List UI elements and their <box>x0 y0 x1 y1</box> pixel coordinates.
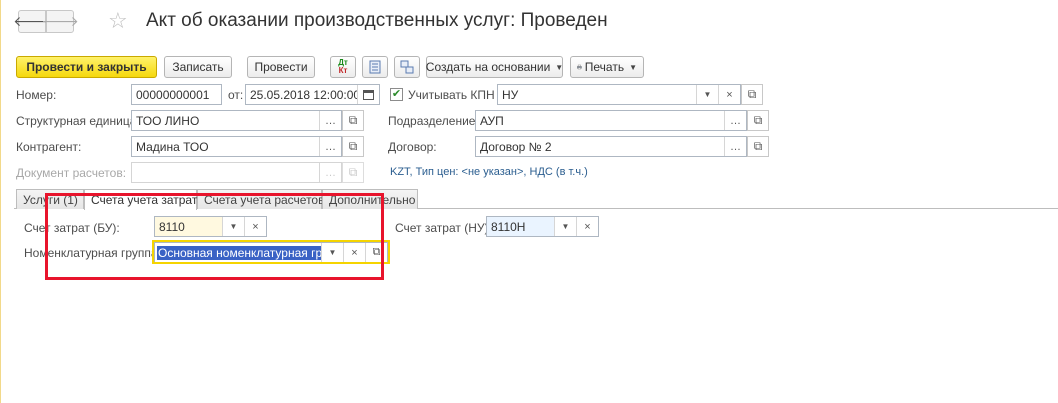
division-label: Подразделение: <box>388 114 479 128</box>
settlement-doc-label: Документ расчетов: <box>16 166 127 180</box>
chevron-down-icon[interactable]: ▼ <box>554 217 576 236</box>
tab-cost-accounts[interactable]: Счета учета затрат <box>84 189 197 210</box>
journal-button[interactable] <box>362 56 388 78</box>
save-button[interactable]: Записать <box>164 56 232 78</box>
clear-icon[interactable]: × <box>244 217 266 236</box>
post-button[interactable]: Провести <box>247 56 315 78</box>
star-icon[interactable]: ☆ <box>108 8 128 34</box>
calendar-icon[interactable] <box>357 85 379 104</box>
ellipsis-icon[interactable]: … <box>319 163 341 182</box>
open-icon[interactable]: ⧉ <box>747 110 769 131</box>
chevron-down-icon[interactable]: ▼ <box>696 85 718 104</box>
number-field[interactable]: 00000000001 <box>131 84 222 105</box>
nu-account-field[interactable]: 8110Н ▼ × <box>486 216 599 237</box>
contract-field[interactable]: Договор № 2 … <box>475 136 747 157</box>
nomenclature-group-label: Номенклатурная группа: <box>24 246 161 260</box>
ellipsis-icon[interactable]: … <box>724 111 746 130</box>
clear-icon[interactable]: × <box>343 243 365 262</box>
nomenclature-group-field[interactable]: Основная номенклатурная групп ▼ × ⧉ <box>154 242 388 263</box>
post-and-close-button[interactable]: Провести и закрыть <box>16 56 157 78</box>
bu-account-field[interactable]: 8110 ▼ × <box>154 216 267 237</box>
kpn-checkbox[interactable]: ✔ <box>390 88 403 101</box>
open-icon[interactable]: ⧉ <box>342 136 364 157</box>
ellipsis-icon[interactable]: … <box>319 111 341 130</box>
checkmark-icon: ✔ <box>391 88 402 100</box>
structure-button[interactable] <box>394 56 420 78</box>
counterparty-label: Контрагент: <box>16 140 82 154</box>
chevron-down-icon[interactable]: ▼ <box>222 217 244 236</box>
printer-icon <box>577 64 582 70</box>
document-structure-icon <box>400 60 414 74</box>
kpn-select[interactable]: НУ ▼ × <box>497 84 741 105</box>
chevron-down-icon: ▼ <box>555 62 564 72</box>
date-field[interactable]: 25.05.2018 12:00:00 <box>245 84 380 105</box>
open-icon[interactable]: ⧉ <box>342 110 364 131</box>
journal-icon <box>369 60 381 74</box>
open-icon[interactable]: ⧉ <box>365 243 387 262</box>
dt-kt-button[interactable]: Дт Кт <box>330 56 356 78</box>
nu-account-label: Счет затрат (НУ): <box>395 221 492 235</box>
open-icon[interactable]: ⧉ <box>741 84 763 105</box>
arrow-right-icon: 🡒 <box>41 13 79 29</box>
clear-icon[interactable]: × <box>718 85 740 104</box>
date-label: от: <box>228 88 244 102</box>
tab-additional[interactable]: Дополнительно <box>322 189 418 209</box>
counterparty-field[interactable]: Мадина ТОО … <box>131 136 342 157</box>
price-info-link[interactable]: KZT, Тип цен: <не указан>, НДС (в т.ч.) <box>390 166 588 178</box>
create-based-on-button[interactable]: Создать на основании ▼ <box>426 56 563 78</box>
tab-settlement-accounts[interactable]: Счета учета расчетов <box>197 189 324 209</box>
selected-text: Основная номенклатурная групп <box>157 246 321 260</box>
open-icon[interactable]: ⧉ <box>342 162 364 183</box>
forward-button[interactable]: 🡒 <box>41 10 79 33</box>
open-icon[interactable]: ⧉ <box>747 136 769 157</box>
print-button[interactable]: Печать ▼ <box>570 56 644 78</box>
chevron-down-icon[interactable]: ▼ <box>321 243 343 262</box>
division-field[interactable]: АУП … <box>475 110 747 131</box>
unit-field[interactable]: ТОО ЛИНО … <box>131 110 342 131</box>
clear-icon[interactable]: × <box>576 217 598 236</box>
ellipsis-icon[interactable]: … <box>724 137 746 156</box>
unit-label: Структурная единица: <box>16 114 140 128</box>
bu-account-label: Счет затрат (БУ): <box>24 221 120 235</box>
dt-kt-icon: Дт Кт <box>338 58 348 75</box>
number-label: Номер: <box>16 88 57 102</box>
chevron-down-icon: ▼ <box>629 62 637 72</box>
ellipsis-icon[interactable]: … <box>319 137 341 156</box>
left-edge-rule <box>0 0 1 403</box>
page-title: Акт об оказании производственных услуг: … <box>146 10 608 31</box>
tab-services[interactable]: Услуги (1) <box>16 189 84 209</box>
kpn-label: Учитывать КПН <box>408 88 495 102</box>
settlement-doc-field[interactable]: … <box>131 162 342 183</box>
contract-label: Договор: <box>388 140 437 154</box>
